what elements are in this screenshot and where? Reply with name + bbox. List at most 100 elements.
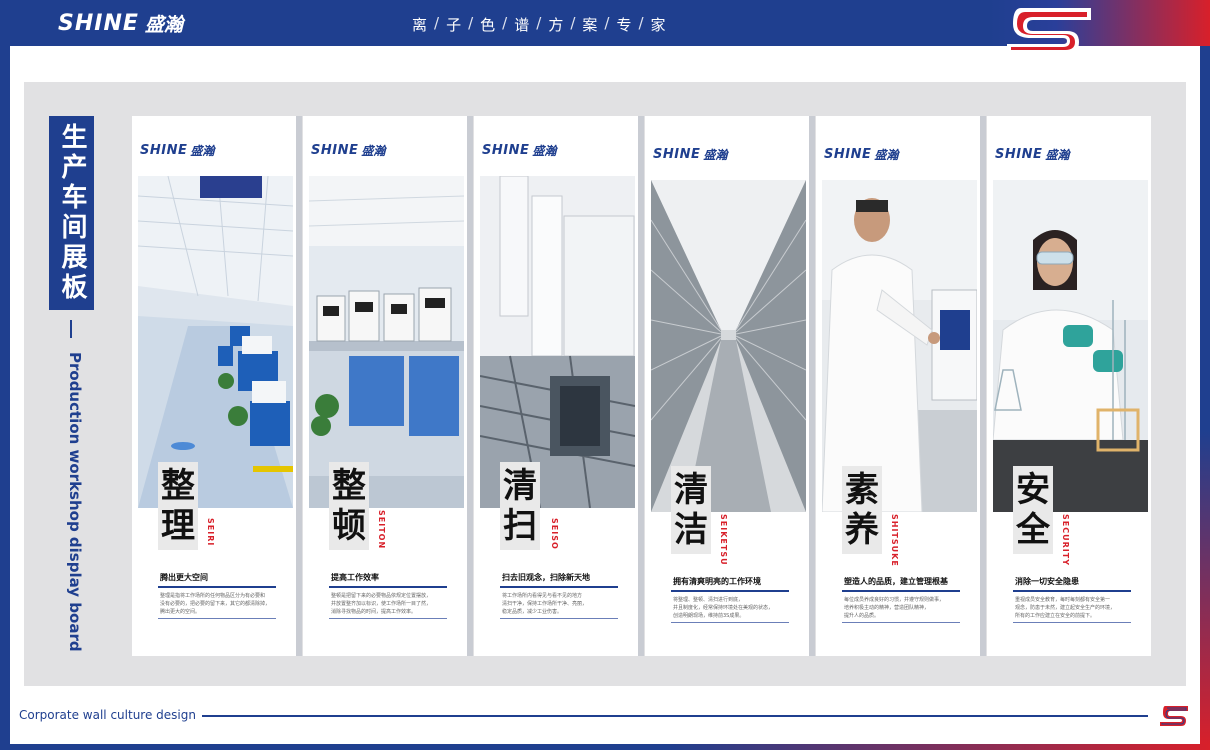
panel-brand-en: SHINE <box>653 147 701 162</box>
caption-rule <box>158 586 276 588</box>
photo-lab-instruments <box>309 176 464 508</box>
big-char-1: 安 <box>1016 470 1050 510</box>
s-logo-icon <box>1007 8 1091 54</box>
panel-description: 重视成员安全教育，每时每刻都有安全第一 观念，防患于未然，建立起安全生产的环境，所… <box>1015 597 1116 619</box>
panel-roman: SHITSUKE <box>890 514 899 567</box>
panel-shitsuke: SHINE 盛瀚 素 养 SHITSUKE 塑造人的品质，建立管理根基 每位成员… <box>816 116 980 656</box>
panel-brand-cn: 盛瀚 <box>532 144 557 158</box>
caption-rule <box>500 586 618 588</box>
panel-description: 每位成员养成良好的习惯，并遵守规则做事， 培养积极主动的精神，营造团队精神， 提升人… <box>844 597 945 619</box>
photo-corridor-lab <box>138 176 293 508</box>
slogan-char: 离 <box>412 16 428 34</box>
slogan: 离 / 子 / 色 / 谱 / 方 / 案 / 专 / 家 <box>412 14 666 34</box>
slogan-char: 案 <box>582 16 598 34</box>
panel-brand-en: SHINE <box>140 143 188 158</box>
slogan-char: 家 <box>650 16 666 34</box>
panel-brand: SHINE 盛瀚 <box>824 146 898 163</box>
photo-machinery <box>480 176 635 508</box>
title-divider <box>70 320 72 338</box>
big-char-2: 顿 <box>332 506 366 546</box>
slogan-char: 谱 <box>514 16 530 34</box>
caption-rule <box>842 590 960 592</box>
big-char-2: 扫 <box>503 506 537 546</box>
panel-brand-en: SHINE <box>824 147 872 162</box>
panel-caption: 提高工作效率 <box>331 573 379 582</box>
big-char-1: 整 <box>161 466 195 506</box>
panel-caption: 消除一切安全隐患 <box>1015 577 1079 586</box>
panel-shadow <box>809 116 815 656</box>
panel-shadow <box>467 116 473 656</box>
desc-rule <box>329 618 447 619</box>
panel-big-char: 清 扫 <box>500 462 540 550</box>
panel-big-char: 整 顿 <box>329 462 369 550</box>
slogan-char: 方 <box>548 16 564 34</box>
photo-technician <box>822 180 977 512</box>
panel-big-char: 整 理 <box>158 462 198 550</box>
panel-seiketsu: SHINE 盛瀚 清 洁 SEIKETSU 拥有清爽明亮的工作环境 将整理、整顿… <box>645 116 809 656</box>
panel-brand-en: SHINE <box>482 143 530 158</box>
panel-brand-en: SHINE <box>995 147 1043 162</box>
board-title-text: 生产车间展板 <box>57 123 87 303</box>
panel-seiri: SHINE 盛瀚 整 理 SEIRI 腾出更大空间 整理是指将工作场所的任何物品… <box>132 116 296 656</box>
caption-rule <box>671 590 789 592</box>
panel-big-char: 安 全 <box>1013 466 1053 554</box>
big-char-1: 清 <box>674 470 708 510</box>
desc-rule <box>842 622 960 623</box>
panel-shadow <box>638 116 644 656</box>
big-char-1: 清 <box>503 466 537 506</box>
frame-right-border <box>1200 46 1210 746</box>
panel-caption: 塑造人的品质，建立管理根基 <box>844 577 948 586</box>
header-bar: SHINE 盛瀚 离 / 子 / 色 / 谱 / 方 / 案 / 专 / 家 <box>0 0 1210 54</box>
panel-roman: SEIRI <box>206 518 215 547</box>
panel-brand-cn: 盛瀚 <box>874 148 899 162</box>
panel-brand: SHINE 盛瀚 <box>653 146 727 163</box>
footer-tagline: Corporate wall culture design <box>19 708 196 722</box>
panel-brand-cn: 盛瀚 <box>703 148 728 162</box>
panel-brand: SHINE 盛瀚 <box>140 142 214 159</box>
panel-big-char: 素 养 <box>842 466 882 554</box>
s-logo-small-icon <box>1160 706 1188 726</box>
big-char-2: 全 <box>1016 510 1050 550</box>
panel-description: 整顿是把留下来的必要物品依规定位置摆放， 并放置整齐加以标识，使工作场所一目了然，… <box>331 593 432 615</box>
panel-roman: SEISO <box>550 518 559 550</box>
board-title: 生产车间展板 <box>49 116 94 310</box>
big-char-2: 养 <box>845 510 879 550</box>
frame-bottom-border <box>0 744 1210 750</box>
panel-brand-en: SHINE <box>311 143 359 158</box>
panel-brand-cn: 盛瀚 <box>1045 148 1070 162</box>
photo-lab-scientist <box>993 180 1148 512</box>
slogan-char: 专 <box>616 16 632 34</box>
panel-roman: SEITON <box>377 510 386 550</box>
panel-brand-cn: 盛瀚 <box>190 144 215 158</box>
board-subtitle: Production workshop display board <box>66 352 84 652</box>
panel-caption: 腾出更大空间 <box>160 573 208 582</box>
panel-brand: SHINE 盛瀚 <box>311 142 385 159</box>
big-char-1: 素 <box>845 470 879 510</box>
big-char-2: 洁 <box>674 510 708 550</box>
panel-brand: SHINE 盛瀚 <box>482 142 556 159</box>
big-char-1: 整 <box>332 466 366 506</box>
desc-rule <box>158 618 276 619</box>
panel-security: SHINE 盛瀚 安 全 SECURITY 消除一切安全隐患 重视成员安全教育， <box>987 116 1151 656</box>
panel-shadow <box>296 116 302 656</box>
panel-brand: SHINE 盛瀚 <box>995 146 1069 163</box>
desc-rule <box>500 618 618 619</box>
panel-seiso: SHINE 盛瀚 清 扫 SEISO 扫去旧观念，扫除新天地 将工作场所内看得见… <box>474 116 638 656</box>
panel-roman: SEIKETSU <box>719 514 728 566</box>
footer-rule <box>202 715 1148 717</box>
frame-left-border <box>0 46 10 746</box>
panel-brand-cn: 盛瀚 <box>361 144 386 158</box>
caption-rule <box>1013 590 1131 592</box>
desc-rule <box>1013 622 1131 623</box>
panel-seiton: SHINE 盛瀚 整 顿 SEITON 提高工作效率 整顿是把留下来的必要物品依… <box>303 116 467 656</box>
panel-description: 将整理、整顿、清扫进行到底， 并且制度化，经常保持环境处在美观的状态， 创造明朗现场… <box>673 597 774 619</box>
big-char-2: 理 <box>161 506 195 546</box>
desc-rule <box>671 622 789 623</box>
panel-caption: 扫去旧观念，扫除新天地 <box>502 573 590 582</box>
slogan-char: 子 <box>446 16 462 34</box>
panel-caption: 拥有清爽明亮的工作环境 <box>673 577 761 586</box>
caption-rule <box>329 586 447 588</box>
panel-description: 整理是指将工作场所的任何物品区分为有必要和 没有必要的，把必要的留下来，其它的都清… <box>160 593 271 615</box>
slogan-char: 色 <box>480 16 496 34</box>
panel-roman: SECURITY <box>1061 514 1070 566</box>
